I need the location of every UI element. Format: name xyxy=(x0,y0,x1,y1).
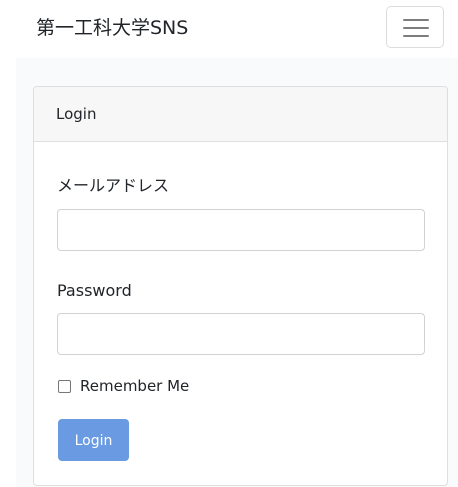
password-label: Password xyxy=(57,281,132,300)
login-button[interactable]: Login xyxy=(58,419,129,461)
remember-me-label[interactable]: Remember Me xyxy=(80,375,189,397)
navbar-brand[interactable]: 第一工科大学SNS xyxy=(36,14,188,42)
navbar: 第一工科大学SNS xyxy=(0,0,458,58)
card-header: Login xyxy=(34,87,447,142)
login-card: Login メールアドレス Password Remember Me Login xyxy=(33,86,448,486)
card-header-title: Login xyxy=(56,105,97,123)
navbar-toggler-button[interactable] xyxy=(386,6,444,48)
password-field[interactable] xyxy=(57,313,425,355)
hamburger-menu-icon xyxy=(403,19,429,21)
email-label: メールアドレス xyxy=(57,176,170,195)
email-field[interactable] xyxy=(57,209,425,251)
remember-me-checkbox[interactable] xyxy=(58,380,71,393)
